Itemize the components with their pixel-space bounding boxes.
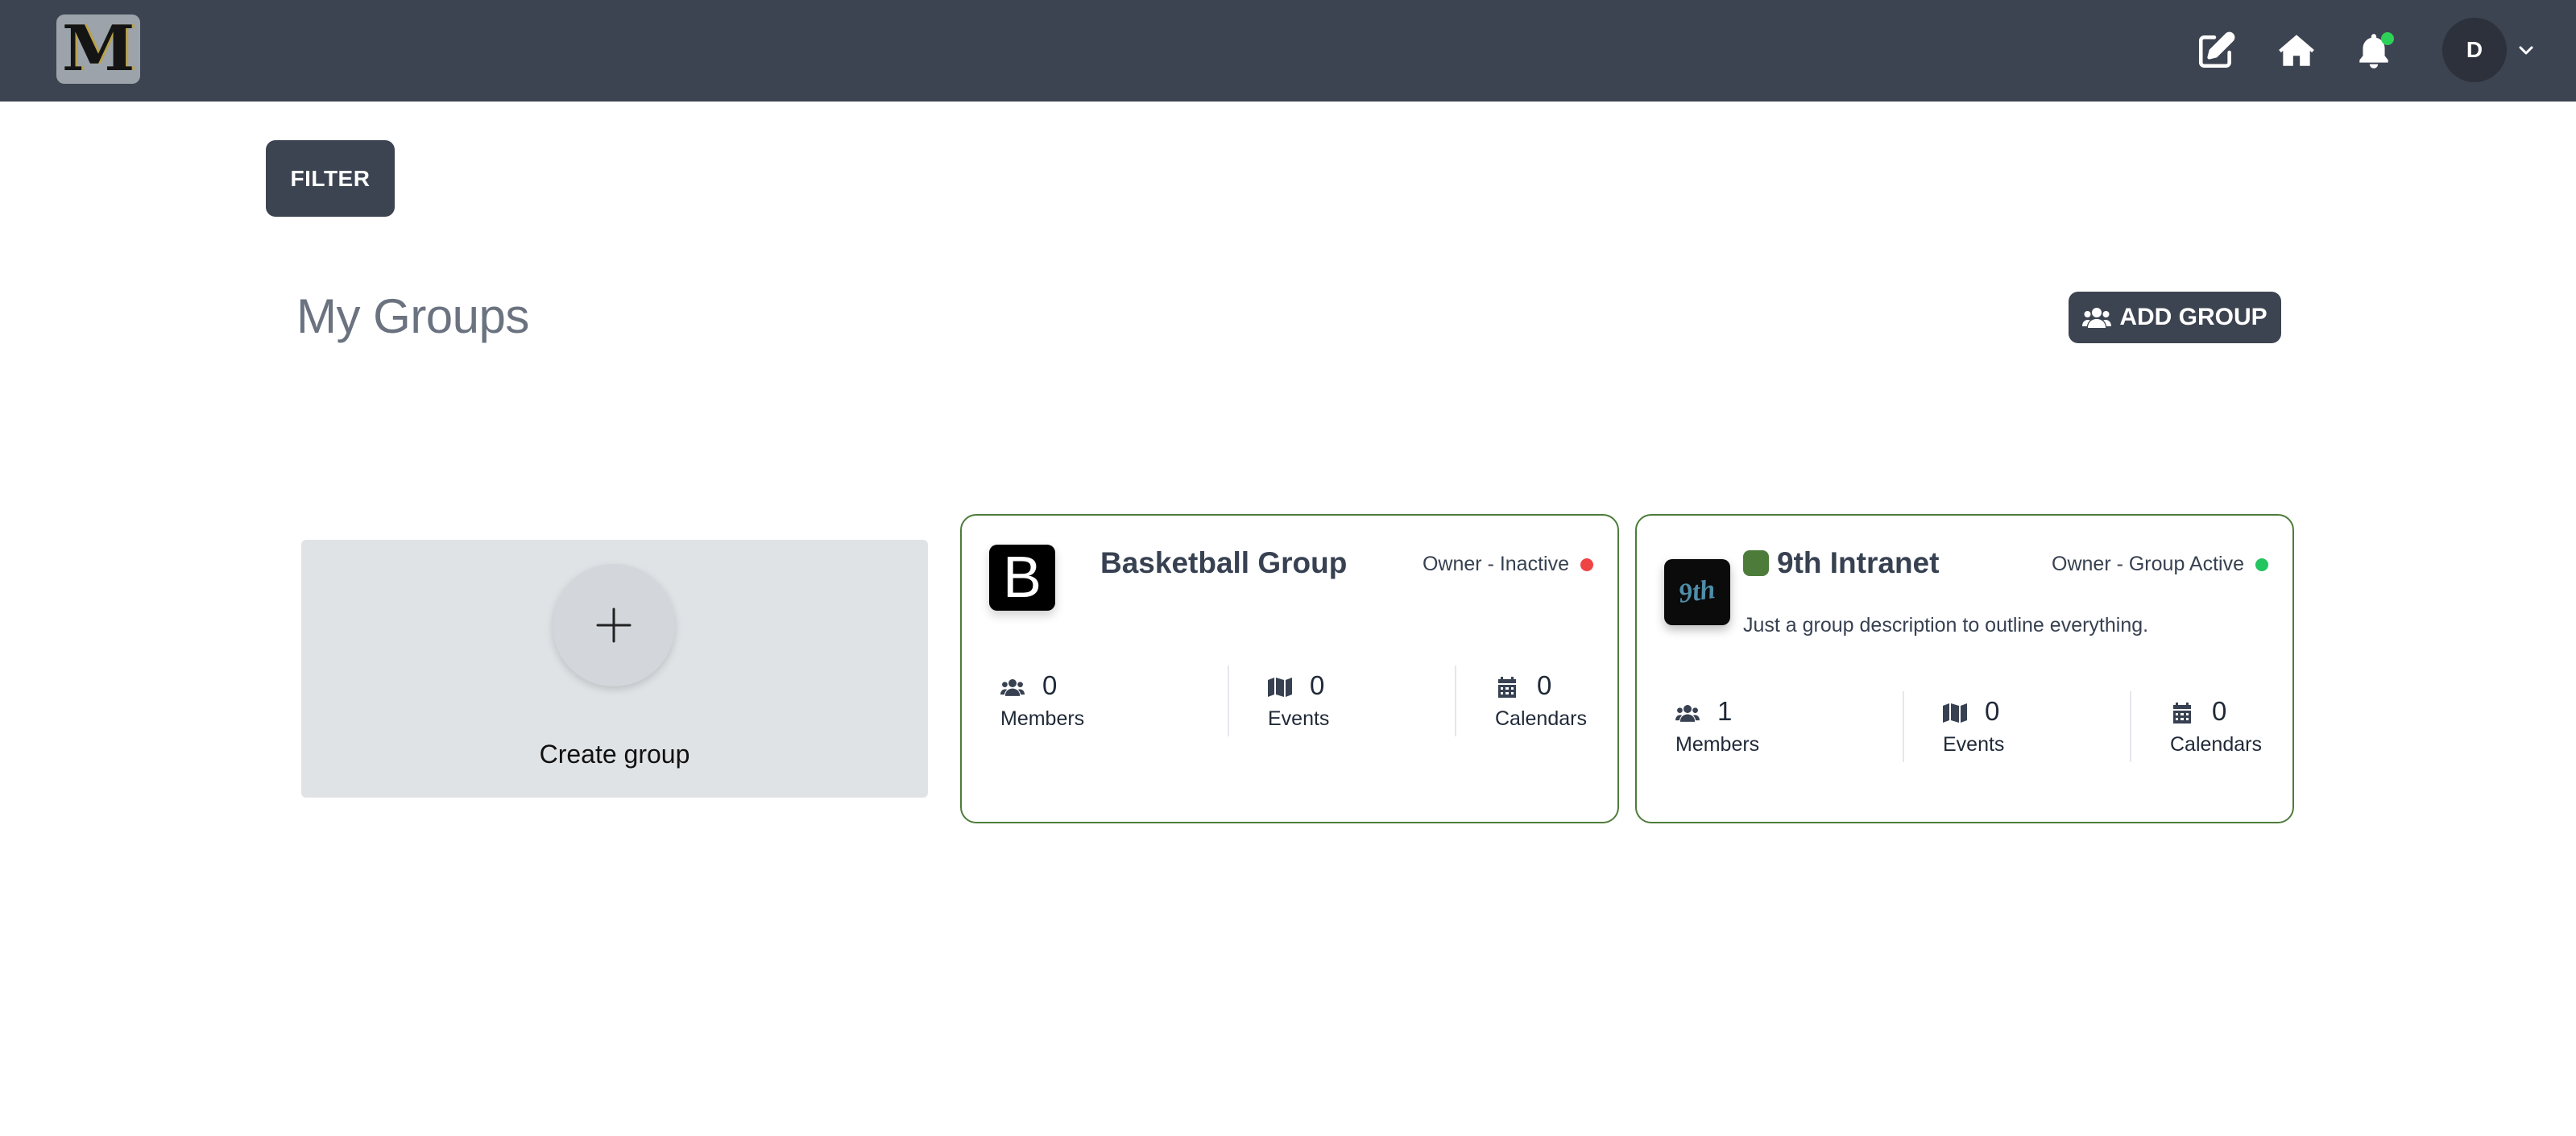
avatar-initial: D: [2466, 37, 2483, 62]
stat-events: 0 Events: [1943, 691, 2104, 765]
users-icon: [1000, 677, 1025, 698]
group-logo: 9th: [1664, 559, 1730, 625]
stat-value: 1: [1717, 696, 1733, 726]
create-group-card[interactable]: Create group: [301, 540, 928, 798]
group-logo-letter: 9th: [1676, 574, 1717, 609]
create-group-label: Create group: [539, 740, 690, 769]
group-logo-letter: B: [1002, 545, 1042, 610]
stat-divider: [1903, 691, 1904, 762]
map-icon: [1943, 703, 1967, 723]
stat-label: Calendars: [2170, 733, 2262, 756]
group-status-label: Owner - Group Active: [2052, 553, 2244, 575]
add-group-label: ADD GROUP: [2119, 304, 2267, 330]
stat-value: 0: [1537, 670, 1552, 700]
logo-letter: M: [61, 12, 135, 85]
group-logo: B: [989, 545, 1055, 611]
group-stats: 0 Members 0 Events 0 Calendars: [962, 665, 1617, 740]
group-status: Owner - Inactive: [1423, 553, 1593, 576]
stat-members: 0 Members: [1000, 665, 1202, 740]
stat-divider: [1228, 665, 1229, 736]
chevron-down-icon[interactable]: [2516, 40, 2536, 60]
status-dot-active: [2255, 558, 2268, 571]
filter-button[interactable]: FILTER: [266, 140, 395, 217]
stat-value: 0: [1985, 696, 2000, 726]
group-name[interactable]: Basketball Group: [1100, 546, 1347, 580]
calendar-icon: [2170, 703, 2194, 723]
group-description: Just a group description to outline ever…: [1743, 614, 2149, 636]
bell-icon[interactable]: [2354, 31, 2394, 71]
users-icon: [2082, 308, 2112, 328]
stat-label: Members: [1675, 733, 1760, 756]
group-color-badge: [1743, 550, 1769, 576]
stat-label: Events: [1943, 733, 2005, 756]
stat-value: 0: [1042, 670, 1058, 700]
notification-dot: [2381, 32, 2394, 45]
stat-events: 0 Events: [1268, 665, 1429, 740]
home-icon[interactable]: [2276, 31, 2317, 71]
stat-value: 0: [1310, 670, 1325, 700]
plus-icon: [596, 607, 632, 643]
create-group-plus[interactable]: [553, 564, 675, 686]
group-card-9th-intranet[interactable]: 9th 9th Intranet Owner - Group Active Ju…: [1635, 514, 2294, 823]
stat-label: Members: [1000, 707, 1085, 730]
stat-value: 0: [2212, 696, 2227, 726]
group-status: Owner - Group Active: [2052, 553, 2268, 576]
stat-calendars: 0 Calendars: [2170, 691, 2291, 765]
calendar-icon: [1495, 677, 1519, 698]
users-icon: [1675, 703, 1700, 723]
add-group-button[interactable]: ADD GROUP: [2069, 292, 2281, 343]
map-icon: [1268, 677, 1292, 698]
stat-calendars: 0 Calendars: [1495, 665, 1616, 740]
group-card-basketball[interactable]: B Basketball Group Owner - Inactive 0 Me…: [960, 514, 1619, 823]
group-name: 9th Intranet: [1777, 546, 1940, 579]
top-navbar: M D: [0, 0, 2576, 102]
stat-label: Calendars: [1495, 707, 1587, 730]
stat-members: 1 Members: [1675, 691, 1877, 765]
status-dot-inactive: [1580, 558, 1593, 571]
user-avatar[interactable]: D: [2442, 18, 2507, 82]
stat-label: Events: [1268, 707, 1330, 730]
group-stats: 1 Members 0 Events 0 Calendars: [1637, 691, 2292, 765]
group-status-label: Owner - Inactive: [1422, 553, 1569, 575]
page-title: My Groups: [296, 289, 529, 343]
stat-divider: [1455, 665, 1456, 736]
app-logo[interactable]: M: [56, 15, 140, 84]
stat-divider: [2130, 691, 2131, 762]
edit-icon[interactable]: [2196, 31, 2236, 71]
group-name-row[interactable]: 9th Intranet: [1743, 546, 1939, 580]
